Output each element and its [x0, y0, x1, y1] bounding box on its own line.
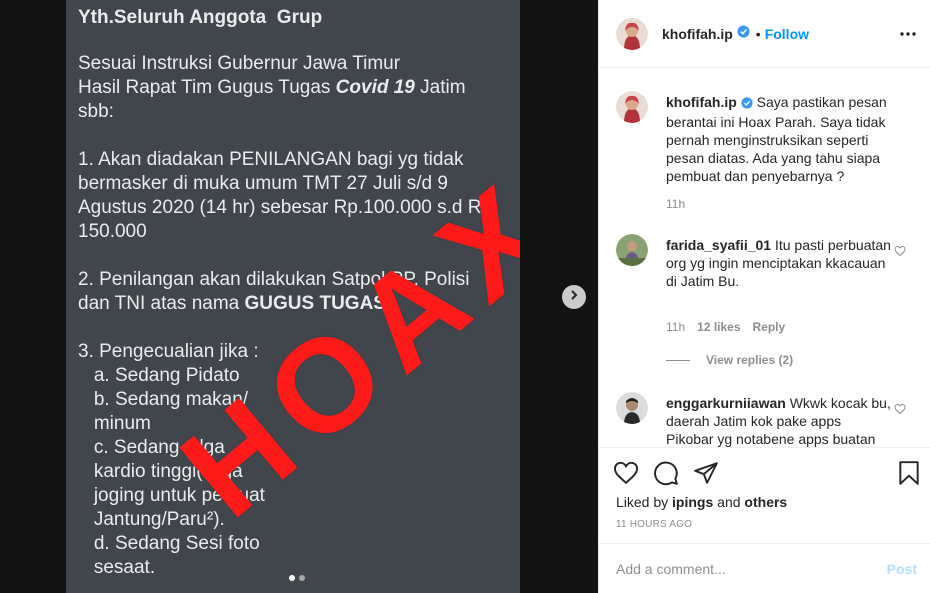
comment-time[interactable]: 11h — [666, 320, 685, 334]
action-icons — [613, 460, 921, 486]
avatar[interactable] — [616, 91, 648, 123]
header-username[interactable]: khofifah.ip — [662, 26, 733, 42]
carousel-next-button[interactable] — [562, 285, 586, 309]
avatar[interactable] — [616, 17, 648, 50]
share-paper-plane-icon[interactable] — [693, 460, 719, 491]
avatar[interactable] — [616, 234, 648, 266]
caption-username[interactable]: khofifah.ip — [666, 94, 737, 110]
verified-badge-icon — [741, 95, 753, 113]
comment-meta: 11h 12 likes Reply — [666, 320, 785, 334]
message-line: sbb: — [78, 101, 114, 122]
comments-list[interactable]: khofifah.ip Saya pastikan pesan berantai… — [599, 69, 930, 447]
post-header: khofifah.ip • Follow — [599, 0, 930, 68]
view-replies-label: View replies (2) — [706, 353, 794, 367]
post-side-panel: khofifah.ip • Follow khofifah.ip Saya pa… — [598, 0, 930, 593]
message-line: d. Sedang Sesi foto — [78, 533, 260, 554]
liked-by-others[interactable]: others — [744, 494, 787, 510]
message-line: Sesuai Instruksi Gubernur Jawa Timur — [78, 53, 401, 74]
caption-time[interactable]: 11h — [666, 197, 685, 211]
carousel-dot — [299, 575, 305, 581]
like-comment-heart-icon[interactable] — [894, 244, 906, 262]
liked-by-user[interactable]: ipings — [672, 494, 713, 510]
more-options-icon[interactable] — [900, 22, 916, 51]
comment-bubble-icon[interactable] — [653, 460, 679, 491]
liked-by: Liked by ipings and others — [616, 494, 788, 510]
reply-button[interactable]: Reply — [753, 320, 786, 334]
carousel-dot-active — [289, 575, 295, 581]
caption-meta: 11h — [666, 197, 685, 211]
post-media: Yth.Seluruh Anggota Grup Sesuai Instruks… — [0, 0, 598, 593]
message-line: 1. Akan diadakan PENILANGAN bagi yg tida… — [78, 149, 464, 170]
save-bookmark-icon[interactable] — [897, 460, 921, 491]
comment-username[interactable]: enggarkurniiawan — [666, 395, 786, 411]
separator-dot: • — [755, 25, 761, 42]
view-replies-button[interactable]: View replies (2) — [666, 353, 793, 367]
chevron-right-icon — [568, 288, 580, 306]
avatar[interactable] — [616, 392, 648, 424]
add-comment-input[interactable] — [616, 560, 887, 577]
post-comment-button[interactable]: Post — [887, 561, 917, 577]
add-comment-bar: Post — [599, 543, 930, 593]
like-comment-heart-icon[interactable] — [894, 402, 906, 420]
post-timestamp[interactable]: 11 HOURS AGO — [616, 519, 692, 530]
comment-username[interactable]: farida_syafii_01 — [666, 237, 771, 253]
carousel-indicator — [289, 575, 305, 581]
message-heading: Yth.Seluruh Anggota Grup — [78, 7, 323, 28]
replies-divider — [666, 359, 690, 361]
follow-button[interactable]: Follow — [765, 26, 809, 42]
message-line: Hasil Rapat Tim Gugus Tugas Covid 19 Jat… — [78, 77, 466, 98]
like-heart-icon[interactable] — [613, 460, 639, 491]
comment-text: enggarkurniiawan Wkwk kocak bu, daerah J… — [666, 394, 891, 447]
comment-text: farida_syafii_01 Itu pasti perbuatan org… — [666, 236, 891, 290]
comment-likes[interactable]: 12 likes — [697, 320, 740, 334]
caption-text: khofifah.ip Saya pastikan pesan berantai… — [666, 93, 891, 185]
post-photo[interactable]: Yth.Seluruh Anggota Grup Sesuai Instruks… — [66, 0, 520, 593]
post-actions: Liked by ipings and others 11 HOURS AGO — [599, 447, 930, 543]
message-line: Jantung/Paru²). — [78, 509, 225, 530]
verified-badge-icon — [737, 24, 750, 43]
